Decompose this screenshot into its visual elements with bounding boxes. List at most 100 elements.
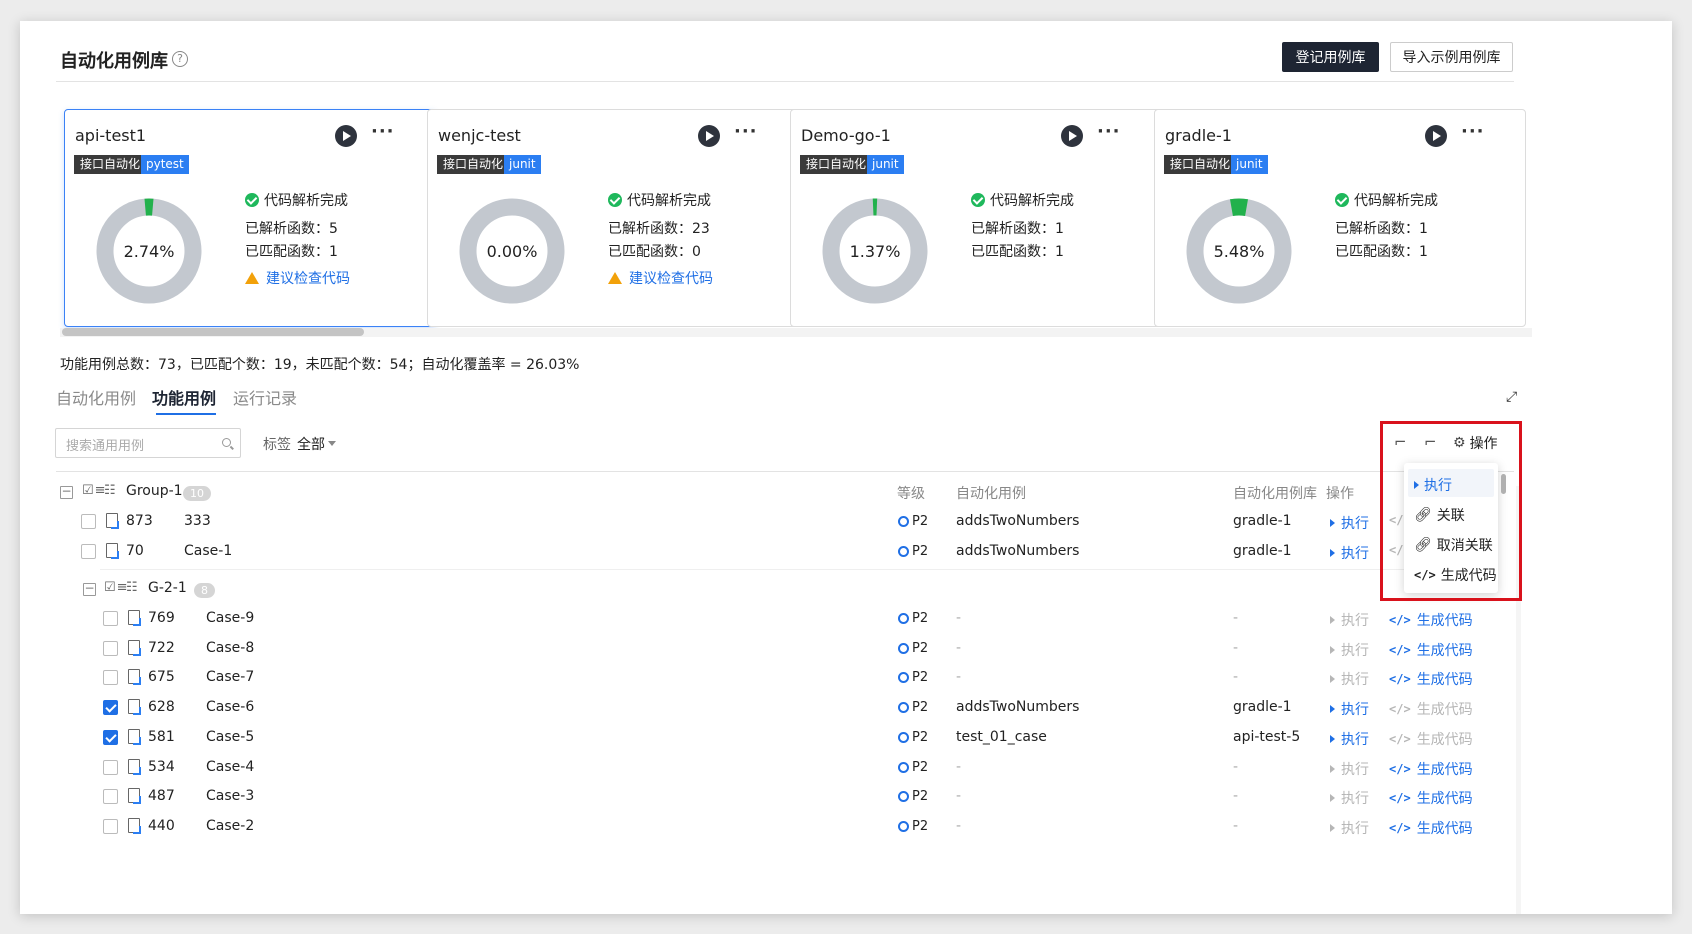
execute-label: 执行	[1341, 613, 1369, 629]
priority-badge: P2	[898, 670, 928, 685]
case-name[interactable]: Case-1	[184, 543, 232, 559]
play-icon[interactable]	[1061, 125, 1083, 147]
generate-code-button[interactable]: </> 生成代码	[1389, 759, 1473, 779]
case-id[interactable]: 873	[126, 513, 153, 529]
row-checkbox[interactable]	[103, 611, 118, 626]
case-id[interactable]: 581	[148, 729, 175, 745]
execute-button[interactable]: 执行	[1330, 513, 1369, 533]
check-code-link[interactable]: 建议检查代码	[608, 268, 713, 288]
priority-text: P2	[912, 759, 929, 775]
more-icon[interactable]: ···	[371, 121, 395, 142]
case-id[interactable]: 534	[148, 759, 175, 775]
library-card[interactable]: api-test1 ··· 接口自动化 pytest 2.74% 代码解析完成 已解析函数：…	[64, 109, 436, 327]
case-name[interactable]: 333	[184, 513, 211, 529]
auto-library-name[interactable]: api-test-5	[1233, 729, 1300, 745]
subgroup-name[interactable]: G-2-1	[148, 580, 187, 596]
generate-code-button[interactable]: </> 生成代码	[1389, 610, 1473, 630]
chevron-down-icon[interactable]	[328, 441, 336, 446]
check-code-link[interactable]: 建议检查代码	[245, 268, 350, 288]
case-id[interactable]: 769	[148, 610, 175, 626]
case-name[interactable]: Case-6	[206, 699, 254, 715]
import-sample-button[interactable]: 导入示例用例库	[1390, 42, 1513, 72]
case-id[interactable]: 628	[148, 699, 175, 715]
priority-text: P2	[912, 544, 929, 559]
library-card[interactable]: gradle-1 ··· 接口自动化 junit 5.48% 代码解析完成 已解析函数：1 已…	[1154, 109, 1526, 327]
auto-case-name[interactable]: addsTwoNumbers	[956, 699, 1079, 715]
row-checkbox[interactable]	[103, 700, 118, 716]
generate-code-button[interactable]: </> 生成代码	[1389, 788, 1473, 808]
checklist-icon[interactable]: ☑≡	[82, 483, 107, 498]
generate-code-button[interactable]: </> 生成代码	[1389, 669, 1473, 689]
tag-filter-select[interactable]: 全部	[297, 434, 325, 454]
play-icon[interactable]	[698, 125, 720, 147]
cards-scrollbar-thumb[interactable]	[62, 328, 364, 336]
more-icon[interactable]: ···	[1097, 121, 1121, 142]
auto-case-name[interactable]: addsTwoNumbers	[956, 513, 1079, 529]
generate-code-button[interactable]: </> 生成代码	[1389, 818, 1473, 838]
case-name[interactable]: Case-7	[206, 669, 254, 685]
case-id[interactable]: 487	[148, 788, 175, 804]
auto-library-name[interactable]: gradle-1	[1233, 513, 1292, 529]
row-checkbox[interactable]	[81, 544, 96, 559]
tab-functional-cases[interactable]: 功能用例	[152, 385, 216, 409]
case-id[interactable]: 675	[148, 669, 175, 685]
generate-code-label: 生成代码	[1416, 791, 1473, 808]
generate-code-button[interactable]: </> 生成代码	[1389, 640, 1473, 660]
help-icon[interactable]: ?	[172, 51, 188, 67]
row-checkbox[interactable]	[103, 759, 118, 775]
group-collapse-toggle[interactable]: −	[60, 485, 73, 499]
row-checkbox[interactable]	[103, 640, 118, 656]
execute-button[interactable]: 执行	[1330, 729, 1369, 749]
group-name[interactable]: Group-1	[126, 483, 183, 499]
execute-button[interactable]: 执行	[1330, 759, 1369, 779]
play-caret-icon	[1330, 705, 1335, 714]
register-library-button[interactable]: 登记用例库	[1282, 42, 1379, 72]
case-name[interactable]: Case-8	[206, 640, 254, 656]
execute-button[interactable]: 执行	[1330, 699, 1369, 719]
more-icon[interactable]: ···	[734, 121, 758, 142]
library-card[interactable]: wenjc-test ··· 接口自动化 junit 0.00% 代码解析完成 已解析函数：…	[427, 109, 799, 327]
execute-button[interactable]: 执行	[1330, 610, 1369, 630]
tab-auto-cases[interactable]: 自动化用例	[56, 385, 136, 409]
execute-button[interactable]: 执行	[1330, 640, 1369, 660]
case-id[interactable]: 722	[148, 640, 175, 656]
search-input[interactable]: 搜索通用用例	[55, 428, 241, 458]
execute-button[interactable]: 执行	[1330, 669, 1369, 689]
tab-run-records[interactable]: 运行记录	[233, 385, 297, 409]
execute-button[interactable]: 执行	[1330, 818, 1369, 838]
card-name[interactable]: Demo-go-1	[801, 126, 891, 145]
card-name[interactable]: wenjc-test	[438, 126, 521, 145]
card-name[interactable]: api-test1	[75, 126, 146, 145]
execute-button[interactable]: 执行	[1330, 543, 1369, 563]
generate-code-button[interactable]: </> 生成代码	[1389, 729, 1473, 749]
parse-status-text: 代码解析完成	[264, 193, 348, 209]
case-name[interactable]: Case-3	[206, 788, 254, 804]
case-name[interactable]: Case-9	[206, 610, 254, 626]
row-checkbox[interactable]	[103, 729, 118, 745]
auto-case-name[interactable]: test_01_case	[956, 729, 1047, 745]
case-name[interactable]: Case-4	[206, 759, 254, 775]
play-icon[interactable]	[335, 125, 357, 147]
subgroup-collapse-toggle[interactable]: −	[83, 582, 96, 596]
checklist-icon[interactable]: ☑≡	[104, 580, 129, 595]
fullscreen-expand-icon[interactable]: ⤢	[1506, 389, 1517, 405]
case-id[interactable]: 70	[126, 543, 144, 559]
card-name[interactable]: gradle-1	[1165, 126, 1232, 145]
parsed-count: 已解析函数：1	[1335, 221, 1428, 237]
auto-library-name[interactable]: gradle-1	[1233, 543, 1292, 559]
case-id[interactable]: 440	[148, 818, 175, 834]
auto-case-name[interactable]: addsTwoNumbers	[956, 543, 1079, 559]
case-name[interactable]: Case-2	[206, 818, 254, 834]
more-icon[interactable]: ···	[1461, 121, 1485, 142]
row-checkbox[interactable]	[81, 514, 96, 529]
execute-button[interactable]: 执行	[1330, 788, 1369, 808]
auto-library-name[interactable]: gradle-1	[1233, 699, 1292, 715]
play-icon[interactable]	[1425, 125, 1447, 147]
row-checkbox[interactable]	[103, 789, 118, 805]
play-caret-icon	[1330, 734, 1335, 743]
library-card[interactable]: Demo-go-1 ··· 接口自动化 junit 1.37% 代码解析完成 已解析函数：1…	[790, 109, 1162, 327]
generate-code-button[interactable]: </> 生成代码	[1389, 699, 1473, 719]
row-checkbox[interactable]	[103, 818, 118, 834]
row-checkbox[interactable]	[103, 670, 118, 686]
case-name[interactable]: Case-5	[206, 729, 254, 745]
